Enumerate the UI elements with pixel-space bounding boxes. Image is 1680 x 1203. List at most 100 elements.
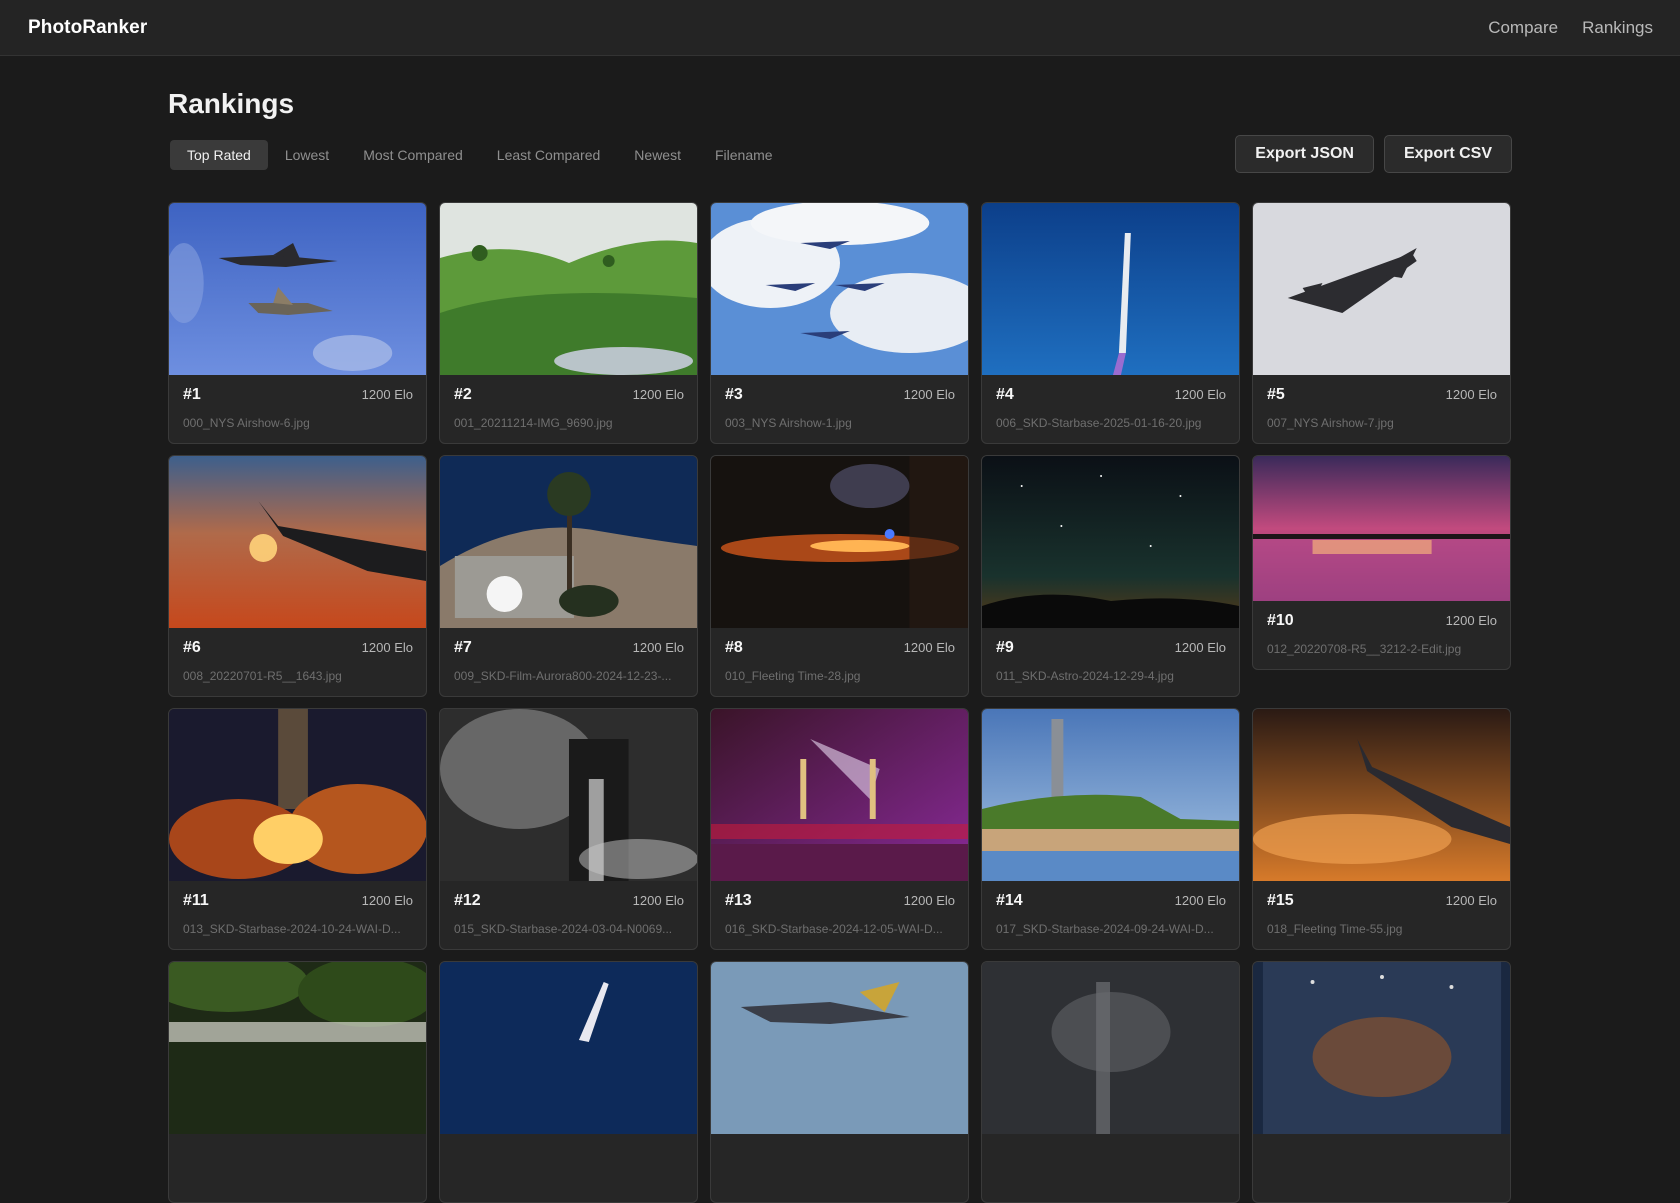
rank-label: #9 — [996, 639, 1014, 656]
photo-card[interactable]: #11 1200 Elo 013_SKD-Starbase-2024-10-24… — [168, 708, 427, 950]
nav-compare-link[interactable]: Compare — [1488, 18, 1558, 38]
sort-tab-least-compared[interactable]: Least Compared — [480, 140, 618, 170]
photo-thumbnail — [982, 456, 1239, 628]
rank-label: #2 — [454, 386, 472, 403]
rank-label: #14 — [996, 892, 1023, 909]
elo-score: 1200 Elo — [361, 893, 413, 908]
rank-label: #12 — [454, 892, 481, 909]
nav-rankings-link[interactable]: Rankings — [1582, 18, 1653, 38]
photo-thumbnail — [982, 203, 1239, 375]
photo-card[interactable]: #10 1200 Elo 012_20220708-R5__3212-2-Edi… — [1252, 455, 1511, 670]
sort-tab-top-rated[interactable]: Top Rated — [170, 140, 268, 170]
photo-filename: 006_SKD-Starbase-2025-01-16-20.jpg — [996, 416, 1202, 430]
elo-score: 1200 Elo — [903, 893, 955, 908]
photo-thumbnail — [711, 962, 968, 1134]
photo-thumbnail — [440, 203, 697, 375]
photo-card[interactable] — [981, 961, 1240, 1203]
photo-thumbnail — [169, 203, 426, 375]
elo-score: 1200 Elo — [632, 387, 684, 402]
rank-label: #3 — [725, 386, 743, 403]
photo-thumbnail — [711, 709, 968, 881]
rank-label: #11 — [183, 892, 209, 909]
photo-thumbnail — [1253, 709, 1510, 881]
rank-label: #13 — [725, 892, 752, 909]
photo-filename: 000_NYS Airshow-6.jpg — [183, 416, 310, 430]
elo-score: 1200 Elo — [1445, 387, 1497, 402]
photo-filename: 001_20211214-IMG_9690.jpg — [454, 416, 613, 430]
photo-filename: 016_SKD-Starbase-2024-12-05-WAI-D... — [725, 922, 943, 936]
photo-thumbnail — [711, 456, 968, 628]
top-navbar: PhotoRanker Compare Rankings — [0, 0, 1680, 56]
photo-card[interactable]: #15 1200 Elo 018_Fleeting Time-55.jpg — [1252, 708, 1511, 950]
photo-thumbnail — [1253, 203, 1510, 375]
rank-label: #4 — [996, 386, 1014, 403]
photo-filename: 007_NYS Airshow-7.jpg — [1267, 416, 1394, 430]
main-nav: Compare Rankings — [1488, 18, 1653, 38]
elo-score: 1200 Elo — [361, 640, 413, 655]
photo-thumbnail — [169, 709, 426, 881]
export-json-button[interactable]: Export JSON — [1235, 135, 1374, 173]
photo-card[interactable]: #14 1200 Elo 017_SKD-Starbase-2024-09-24… — [981, 708, 1240, 950]
elo-score: 1200 Elo — [1174, 893, 1226, 908]
rank-label: #1 — [183, 386, 201, 403]
sort-tab-lowest[interactable]: Lowest — [268, 140, 346, 170]
photo-card[interactable]: #8 1200 Elo 010_Fleeting Time-28.jpg — [710, 455, 969, 697]
sort-tab-most-compared[interactable]: Most Compared — [346, 140, 480, 170]
elo-score: 1200 Elo — [903, 387, 955, 402]
photo-card[interactable] — [439, 961, 698, 1203]
photo-thumbnail — [711, 203, 968, 375]
photo-thumbnail — [1253, 962, 1510, 1134]
export-actions: Export JSON Export CSV — [1235, 135, 1512, 173]
photo-card[interactable]: #7 1200 Elo 009_SKD-Film-Aurora800-2024-… — [439, 455, 698, 697]
photo-card[interactable]: #1 1200 Elo 000_NYS Airshow-6.jpg — [168, 202, 427, 444]
sort-tab-newest[interactable]: Newest — [617, 140, 698, 170]
photo-card[interactable] — [710, 961, 969, 1203]
photo-thumbnail — [440, 962, 697, 1134]
photo-thumbnail — [440, 709, 697, 881]
rank-label: #6 — [183, 639, 201, 656]
sort-tabs: Top Rated Lowest Most Compared Least Com… — [170, 140, 790, 170]
photo-filename: 018_Fleeting Time-55.jpg — [1267, 922, 1403, 936]
photo-card[interactable]: #6 1200 Elo 008_20220701-R5__1643.jpg — [168, 455, 427, 697]
elo-score: 1200 Elo — [632, 640, 684, 655]
photo-filename: 017_SKD-Starbase-2024-09-24-WAI-D... — [996, 922, 1214, 936]
rank-label: #10 — [1267, 612, 1294, 629]
elo-score: 1200 Elo — [1445, 893, 1497, 908]
photo-card[interactable]: #12 1200 Elo 015_SKD-Starbase-2024-03-04… — [439, 708, 698, 950]
photo-thumbnail — [169, 456, 426, 628]
elo-score: 1200 Elo — [1445, 613, 1497, 628]
elo-score: 1200 Elo — [903, 640, 955, 655]
photo-card[interactable] — [168, 961, 427, 1203]
elo-score: 1200 Elo — [1174, 640, 1226, 655]
export-csv-button[interactable]: Export CSV — [1383, 135, 1512, 173]
elo-score: 1200 Elo — [361, 387, 413, 402]
photo-thumbnail — [1253, 456, 1510, 601]
elo-score: 1200 Elo — [1174, 387, 1226, 402]
photo-filename: 011_SKD-Astro-2024-12-29-4.jpg — [996, 669, 1174, 683]
app-brand[interactable]: PhotoRanker — [28, 17, 147, 39]
page-title: Rankings — [168, 88, 295, 119]
photo-thumbnail — [169, 962, 426, 1134]
rank-label: #5 — [1267, 386, 1285, 403]
sort-tab-filename[interactable]: Filename — [698, 140, 790, 170]
photo-thumbnail — [982, 962, 1239, 1134]
photo-card[interactable]: #13 1200 Elo 016_SKD-Starbase-2024-12-05… — [710, 708, 969, 950]
rank-label: #8 — [725, 639, 743, 656]
photo-card[interactable]: #3 1200 Elo 003_NYS Airshow-1.jpg — [710, 202, 969, 444]
photo-thumbnail — [982, 709, 1239, 881]
photo-thumbnail — [440, 456, 697, 628]
photo-filename: 010_Fleeting Time-28.jpg — [725, 669, 861, 683]
photo-filename: 012_20220708-R5__3212-2-Edit.jpg — [1267, 642, 1462, 656]
photo-filename: 003_NYS Airshow-1.jpg — [725, 416, 852, 430]
photo-card[interactable]: #5 1200 Elo 007_NYS Airshow-7.jpg — [1252, 202, 1511, 444]
rank-label: #7 — [454, 639, 472, 656]
elo-score: 1200 Elo — [632, 893, 684, 908]
photo-filename: 015_SKD-Starbase-2024-03-04-N0069... — [454, 922, 673, 936]
photo-card[interactable]: #2 1200 Elo 001_20211214-IMG_9690.jpg — [439, 202, 698, 444]
photo-card[interactable] — [1252, 961, 1511, 1203]
photo-filename: 009_SKD-Film-Aurora800-2024-12-23-... — [454, 669, 672, 683]
photo-filename: 013_SKD-Starbase-2024-10-24-WAI-D... — [183, 922, 401, 936]
photo-card[interactable]: #4 1200 Elo 006_SKD-Starbase-2025-01-16-… — [981, 202, 1240, 444]
rank-label: #15 — [1267, 892, 1294, 909]
photo-card[interactable]: #9 1200 Elo 011_SKD-Astro-2024-12-29-4.j… — [981, 455, 1240, 697]
